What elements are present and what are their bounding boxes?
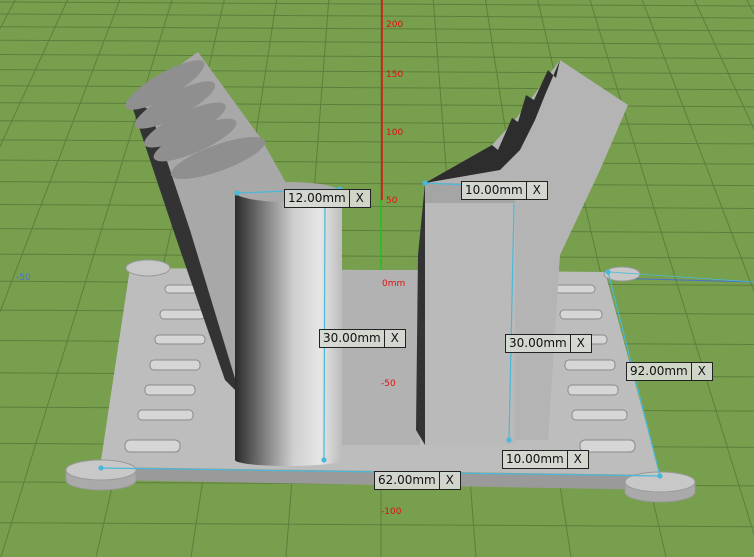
grid-line [746,0,754,15]
dimension-value: 12.00mm [285,190,350,207]
z-tick-label: 200 [386,20,404,30]
grid-line [0,26,754,32]
z-tick-label: -50 [381,379,396,389]
z-tick-label: 50 [386,196,398,206]
grid-line [0,85,754,91]
left-cylinder [235,192,342,460]
grid-line [0,181,754,187]
remove-dimension-button[interactable]: X [527,182,547,199]
grid-line [0,139,754,145]
dimension-label-cylinder-height: 30.00mm X [319,329,406,348]
grid-line [0,69,754,75]
dimension-value: 10.00mm [462,182,527,199]
remove-dimension-button[interactable]: X [440,472,460,489]
grid-line [0,53,754,59]
x-tick-label: -50 [16,273,31,283]
z-tick-label: 100 [386,128,404,138]
dimension-label-plate-depth: 92.00mm X [626,362,713,381]
remove-dimension-button[interactable]: X [571,335,591,352]
model[interactable] [65,52,754,503]
dimension-label-block-height: 30.00mm X [505,334,592,353]
dimension-label-plate-width: 62.00mm X [374,471,461,490]
dimension-value: 30.00mm [320,330,385,347]
remove-dimension-button[interactable]: X [350,190,370,207]
grid-line [0,0,68,148]
grid-line [0,1,754,7]
right-block-left-face [416,183,425,445]
dimension-label-block-depth: 10.00mm X [502,450,589,469]
dimension-value: 92.00mm [627,363,692,380]
grid-line [0,102,754,108]
remove-dimension-button[interactable]: X [692,363,712,380]
remove-dimension-button[interactable]: X [385,330,405,347]
z-tick-label: 150 [386,70,404,80]
remove-dimension-button[interactable]: X [568,451,588,468]
grid-line [0,120,754,126]
grid-line [0,203,754,209]
grid-line [0,159,754,165]
grid-line [0,39,754,45]
grid-line [0,253,754,259]
grid-line [0,228,754,234]
right-block [425,183,515,445]
center-post [340,270,420,445]
dimension-value: 30.00mm [506,335,571,352]
z-tick-label: 0mm [382,279,406,289]
dimension-value: 10.00mm [503,451,568,468]
dimension-value: 62.00mm [375,472,440,489]
grid-line [0,522,754,528]
z-tick-label: -100 [381,507,402,517]
dimension-label-block-width: 10.00mm X [461,181,548,200]
dimension-label-cylinder-diameter: 12.00mm X [284,189,371,208]
